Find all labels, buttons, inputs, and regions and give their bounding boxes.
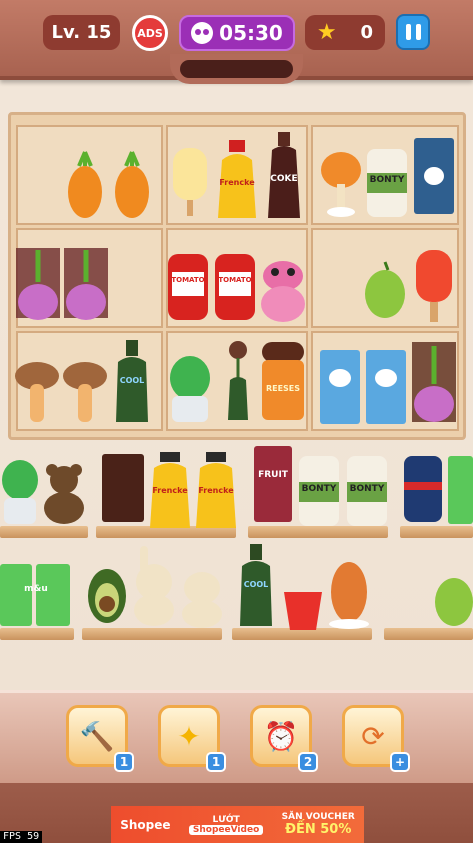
towel-label: BONTY — [301, 484, 337, 494]
milk-carton-item[interactable] — [412, 136, 456, 216]
paper-towel-item[interactable]: BONTY — [344, 452, 390, 528]
bottle-label: COOL — [119, 376, 145, 385]
green-bottle-item[interactable]: COOL — [236, 544, 276, 628]
carrot-item[interactable] — [112, 148, 152, 220]
popsicle-item[interactable] — [412, 250, 456, 324]
bottle-label: COKE — [270, 174, 298, 184]
milk-carton-item[interactable] — [318, 348, 362, 426]
onion-item[interactable] — [64, 246, 108, 324]
ad-banner[interactable]: Shopee LƯỚT ShopeeVideo SĂN VOUCHER ĐẾN … — [111, 806, 364, 843]
chip-label: m&u — [24, 584, 48, 594]
frog-toy-item[interactable] — [258, 256, 308, 324]
flower-vase-item[interactable] — [222, 340, 254, 422]
progress-bar — [180, 60, 293, 78]
shuffle-icon: ⟳ — [361, 719, 385, 753]
chicken-leg-item[interactable] — [318, 150, 364, 218]
juice-box-item[interactable]: FRUIT — [252, 444, 294, 524]
bread-item[interactable] — [326, 558, 372, 630]
ad-luot: LƯỚT — [212, 814, 240, 825]
bottle-label: Frencke — [198, 486, 234, 495]
pear-item[interactable] — [362, 256, 408, 322]
star-counter: ★ 0 — [305, 15, 385, 50]
ketchup-item[interactable]: TOMATO — [213, 254, 257, 322]
ad-discount: ĐẾN 50% — [285, 822, 352, 837]
bunny-toy-item[interactable] — [178, 570, 226, 630]
jelly-cup-item[interactable] — [280, 588, 326, 632]
ads-button[interactable]: ADS — [132, 15, 168, 51]
shelf-board — [0, 526, 88, 538]
chip-bag-item[interactable]: m&u — [0, 562, 72, 628]
pear-item[interactable] — [432, 564, 473, 630]
mustard-bottle-item[interactable]: Frencke — [214, 140, 260, 222]
bottle-label: COOL — [243, 580, 269, 589]
mushroom-item[interactable] — [62, 358, 108, 426]
hammer-icon: 🔨 — [79, 719, 115, 753]
paper-towel-item[interactable]: BONTY — [296, 452, 342, 528]
fps-counter: FPS 59 — [0, 831, 43, 843]
timer: 05:30 — [179, 15, 295, 51]
ad-video: ShopeeVideo — [188, 824, 264, 835]
pause-button[interactable] — [396, 14, 430, 50]
ad-voucher-block: SĂN VOUCHER ĐẾN 50% — [282, 812, 355, 837]
chip-bag-item[interactable] — [446, 454, 473, 526]
cactus-item[interactable] — [166, 352, 214, 424]
ice-cream-item[interactable] — [170, 148, 210, 218]
soda-can-item[interactable] — [402, 454, 444, 524]
paper-towel-item[interactable]: BONTY — [364, 145, 410, 220]
shelf-board — [0, 628, 74, 640]
cola-bottle-item[interactable]: COKE — [264, 132, 304, 220]
mushroom-item[interactable] — [14, 358, 60, 426]
shelf-board — [400, 526, 473, 538]
magic-wand-icon: ✦ — [177, 719, 201, 753]
towel-label: BONTY — [349, 484, 385, 494]
powerup-count: 2 — [298, 752, 318, 772]
towel-label: BONTY — [369, 175, 405, 185]
jar-label: REESES — [265, 384, 301, 393]
star-icon: ★ — [316, 20, 337, 45]
avocado-item[interactable] — [86, 560, 128, 626]
ad-brand: Shopee — [120, 817, 171, 832]
onion-item[interactable] — [16, 246, 60, 324]
mustard-bottle-item[interactable]: Frencke — [148, 452, 192, 530]
powerup-count: 1 — [114, 752, 134, 772]
candy-jar-item[interactable]: REESES — [260, 342, 306, 422]
milk-carton-item[interactable] — [364, 348, 408, 426]
green-bottle-item[interactable]: COOL — [112, 340, 152, 424]
timer-value: 05:30 — [219, 21, 283, 45]
ad-middle: LƯỚT ShopeeVideo — [188, 814, 264, 835]
alarm-clock-icon: ⏰ — [263, 719, 299, 753]
skull-icon — [191, 22, 214, 44]
star-count: 0 — [360, 22, 374, 43]
teddy-bear-item[interactable] — [40, 462, 88, 524]
onion-item[interactable] — [412, 340, 456, 426]
level-badge: Lv. 15 — [43, 15, 120, 50]
mustard-bottle-item[interactable]: Frencke — [194, 452, 238, 530]
cactus-item[interactable] — [0, 456, 40, 526]
ketchup-item[interactable]: TOMATO — [166, 254, 210, 322]
bottle-label: Frencke — [219, 178, 255, 187]
juice-label: FRUIT — [258, 470, 288, 480]
bottle-label: Frencke — [152, 486, 188, 495]
powerup-count: 1 — [206, 752, 226, 772]
carrot-item[interactable] — [65, 148, 105, 220]
chocolate-item[interactable] — [100, 454, 146, 524]
ad-voucher: SĂN VOUCHER — [281, 812, 355, 822]
ketchup-label: TOMATO — [171, 276, 205, 284]
ketchup-label: TOMATO — [218, 276, 252, 284]
powerup-count: + — [390, 752, 410, 772]
bunny-toy-item[interactable] — [130, 546, 178, 628]
